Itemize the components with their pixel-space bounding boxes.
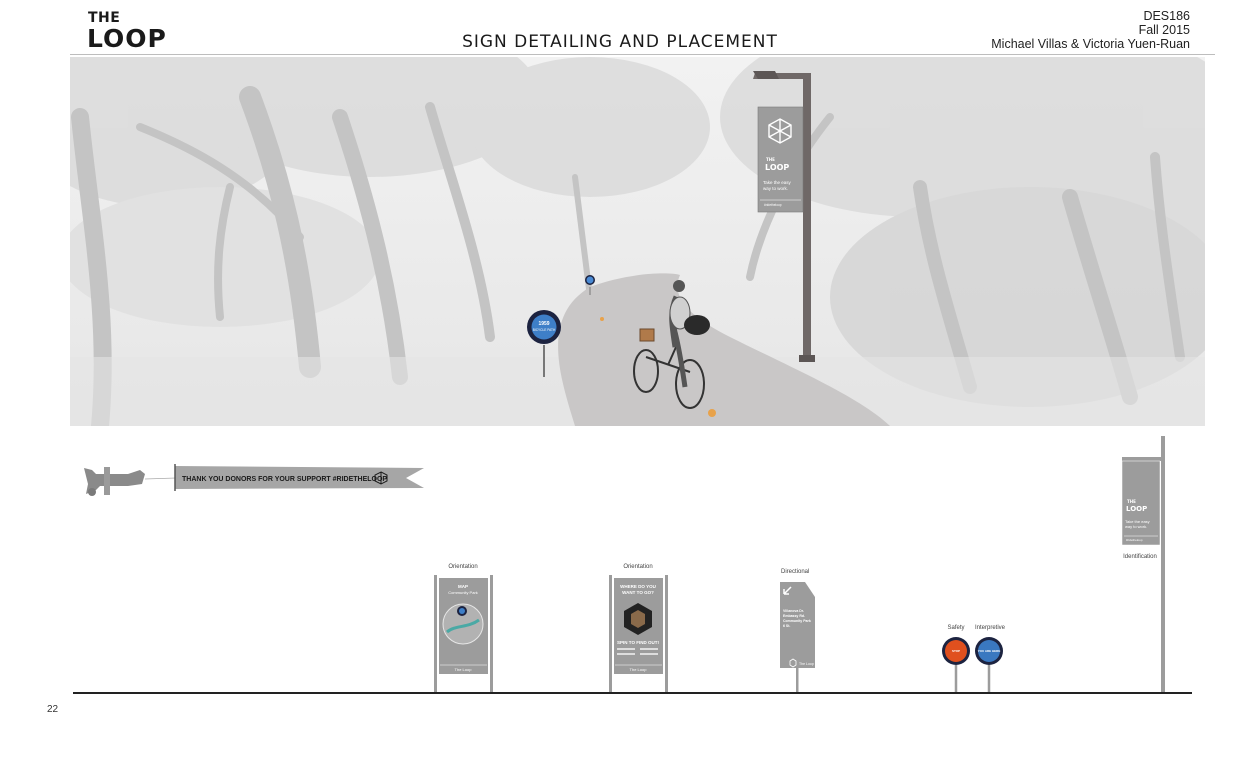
sign-type-label-directional: Directional [781, 569, 809, 575]
sign-type-label-orientation-2: Orientation [623, 564, 652, 570]
sign-type-label-orientation-1: Orientation [448, 564, 477, 570]
course-code: DES186 [1143, 9, 1190, 23]
safety-marker-text: STOP [952, 649, 960, 653]
sign-type-label-interpretive: Interpretive [975, 625, 1006, 631]
bike-basket [639, 328, 655, 342]
spinner-sign-legend [617, 648, 658, 655]
map-sign-footer: The Loop [455, 667, 473, 672]
directional-line-3: Community Park [783, 619, 811, 623]
photo-banner-tagline-2: way to work. [763, 186, 788, 191]
spinner-sign-footer: The Loop [630, 667, 648, 672]
spinner-hex-icon [624, 603, 652, 635]
sign-type-label-safety: Safety [947, 625, 964, 631]
directional-line-2: Embassy Rd. [783, 614, 805, 618]
messenger-bag [684, 315, 710, 335]
plane-banner: THANK YOU DONORS FOR YOUR SUPPORT #RIDET… [174, 464, 424, 491]
sign-identification: THE LOOP Take the easy way to work. #rid… [1121, 436, 1165, 692]
map-sign-pin-icon [457, 606, 467, 616]
path-scene-illustration: 1959 BICYCLE PATH THE LOOP Take the easy… [70, 57, 1205, 426]
sign-directional: Villanova Dr. Embassy Rd. Community Park… [780, 582, 815, 692]
identification-tagline-1: Take the easy [1125, 519, 1150, 524]
directional-hex-icon [789, 658, 797, 668]
sign-safety: STOP [942, 637, 970, 692]
identification-tagline-2: way to work. [1125, 524, 1147, 529]
photo-banner-hashtag: #ridetheloop [764, 203, 782, 207]
directional-line-4: 6 St. [783, 624, 790, 628]
header-divider [70, 54, 1215, 55]
map-sign-heading-1: MAP [458, 584, 468, 589]
map-sign-heading-2: Community Park [448, 590, 478, 595]
directional-arrow-icon [783, 586, 792, 595]
photo-banner-brand-top: THE [766, 157, 775, 162]
sign-orientation-map: MAP Community Park The Loop [434, 575, 493, 692]
spinner-sign-heading-2: WANT TO GO? [622, 590, 654, 595]
photo-marker-text-1: 1959 [538, 321, 549, 327]
directional-line-1: Villanova Dr. [783, 609, 804, 613]
sign-interpretive: YOU ARE HERE [975, 637, 1003, 692]
photo-banner-brand: LOOP [765, 163, 789, 172]
spinner-sign-action: SPIN TO FIND OUT! [617, 640, 659, 645]
sign-orientation-spinner: WHERE DO YOU WANT TO GO? SPIN TO FIND OU… [609, 575, 668, 692]
photo-marker-text-2: BICYCLE PATH [533, 328, 556, 332]
plane-banner-hex-icon [374, 471, 388, 485]
ground-line [73, 692, 1192, 694]
directional-footer: The Loop [799, 662, 814, 666]
plane-banner-text: THANK YOU DONORS FOR YOUR SUPPORT #RIDET… [182, 476, 387, 483]
airplane-icon [84, 467, 177, 496]
authors: Michael Villas & Victoria Yuen-Ruan [991, 37, 1190, 51]
sign-type-label-identification: Identification [1123, 554, 1157, 560]
interpretive-marker-text: YOU ARE HERE [978, 649, 1001, 653]
identification-brand-top: THE [1127, 499, 1136, 504]
photo-path-marker-small [600, 317, 604, 321]
photo-path-marker-orange [708, 409, 716, 417]
spinner-sign-heading-1: WHERE DO YOU [620, 584, 656, 589]
map-sign-map-graphic [442, 603, 484, 645]
term: Fall 2015 [1138, 23, 1190, 37]
cyclist-head [673, 280, 685, 292]
identification-brand: LOOP [1126, 505, 1147, 513]
photo-banner-tagline-1: Take the easy [763, 180, 792, 185]
identification-hashtag: #ridetheloop [1126, 538, 1143, 542]
page-number: 22 [47, 704, 59, 715]
